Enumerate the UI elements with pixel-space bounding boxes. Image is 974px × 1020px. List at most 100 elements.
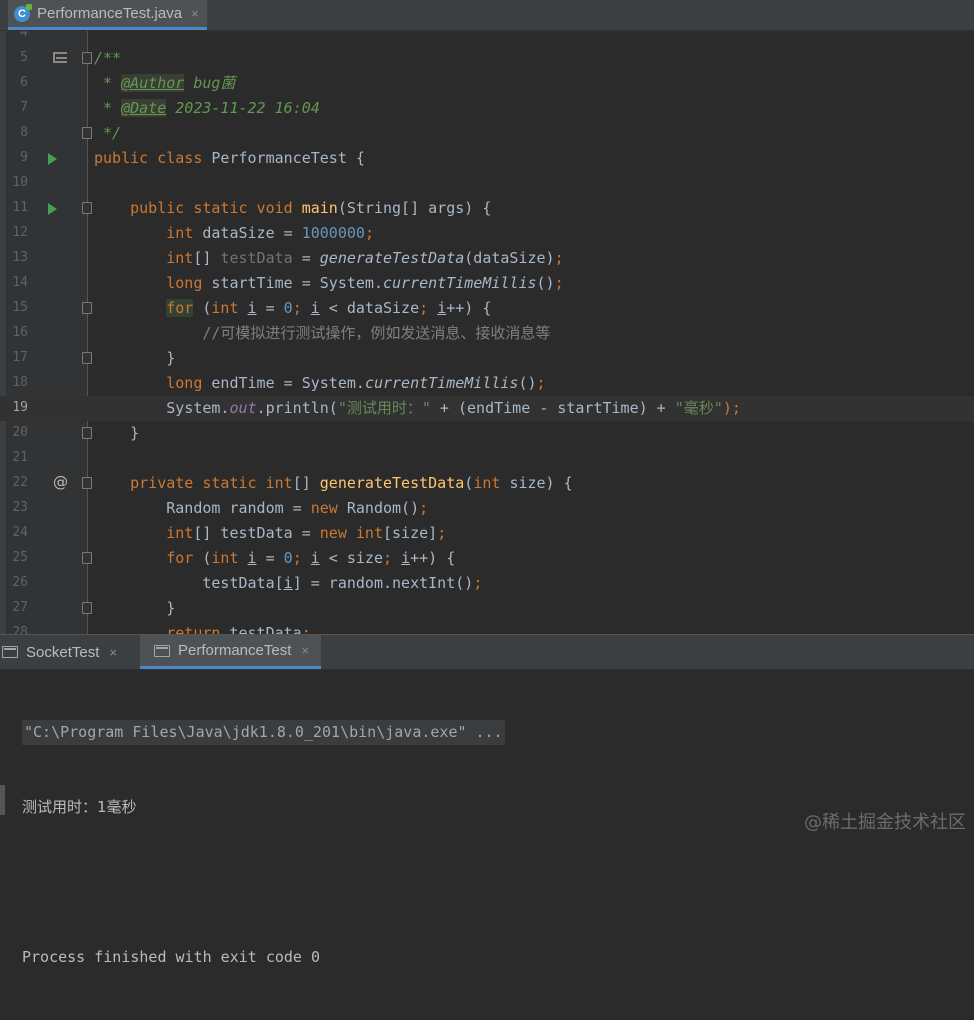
code-text: /**	[94, 48, 121, 69]
code-text: for (int i = 0; i < size; i++) {	[94, 548, 455, 569]
fold-marker-icon[interactable]	[82, 127, 92, 139]
line-number: 27	[12, 600, 28, 615]
close-icon[interactable]: ×	[301, 643, 309, 658]
code-line[interactable]: 15 for (int i = 0; i < dataSize; i++) {	[0, 296, 974, 321]
code-line[interactable]: 6 * @Author bug菌	[0, 71, 974, 96]
console-output[interactable]: "C:\Program Files\Java\jdk1.8.0_201\bin\…	[22, 670, 505, 1020]
run-gutter-icon[interactable]	[48, 203, 57, 215]
code-token: public class	[94, 149, 212, 167]
fold-marker-icon[interactable]	[82, 477, 92, 489]
fold-marker-icon[interactable]	[82, 552, 92, 564]
code-line[interactable]: 4	[0, 31, 974, 46]
code-token: < size	[319, 549, 383, 567]
code-token: size) {	[509, 474, 573, 492]
line-number: 8	[20, 125, 28, 140]
code-line[interactable]: 7 * @Date 2023-11-22 16:04	[0, 96, 974, 121]
fold-marker-icon[interactable]	[82, 427, 92, 439]
line-number: 23	[12, 500, 28, 515]
code-text: return testData;	[94, 623, 311, 634]
code-token: ++) {	[410, 549, 456, 567]
code-editor[interactable]: 4 5/** 6 * @Author bug菌 7 * @Date 2023-11-2…	[0, 31, 974, 634]
code-line[interactable]: 23 Random random = new Random();	[0, 496, 974, 521]
line-number: 11	[12, 200, 28, 215]
code-token: .println(	[256, 399, 338, 417]
code-text: System.out.println("测试用时：" + (endTime - …	[94, 398, 741, 419]
code-token: @Date	[121, 99, 167, 117]
code-line[interactable]: 20 }	[0, 421, 974, 446]
fold-marker-icon[interactable]	[82, 352, 92, 364]
code-line[interactable]: 24 int[] testData = new int[size];	[0, 521, 974, 546]
code-token: 2023-11-22 16:04	[166, 99, 320, 117]
console-command[interactable]: "C:\Program Files\Java\jdk1.8.0_201\bin\…	[22, 720, 505, 745]
close-icon[interactable]: ×	[109, 645, 117, 660]
fold-marker-icon[interactable]	[82, 602, 92, 614]
code-line[interactable]: 19 System.out.println("测试用时：" + (endTime…	[0, 396, 974, 421]
code-line[interactable]: 10	[0, 171, 974, 196]
code-line[interactable]: 22 @ private static int[] generateTestDat…	[0, 471, 974, 496]
code-token: }	[94, 424, 140, 442]
line-number: 10	[12, 175, 28, 190]
code-text: int dataSize = 1000000;	[94, 223, 374, 244]
code-token: long	[94, 274, 212, 292]
fold-marker-icon[interactable]	[82, 302, 92, 314]
code-token: 0	[283, 299, 293, 317]
code-token: + (endTime - startTime) +	[430, 399, 675, 417]
code-token: startTime = System.	[211, 274, 383, 292]
code-line[interactable]: 11 public static void main(String[] args…	[0, 196, 974, 221]
code-token: generateTestData	[319, 474, 465, 492]
code-token: (String[] args) {	[337, 199, 492, 217]
code-token: ;	[419, 499, 429, 517]
code-token: (	[464, 474, 474, 492]
code-line[interactable]: 17 }	[0, 346, 974, 371]
run-tab-bar: SocketTest × PerformanceTest ×	[0, 635, 974, 670]
doc-comment-icon[interactable]	[53, 52, 67, 63]
code-token: "测试用时："	[337, 399, 431, 417]
code-line[interactable]: 28 return testData;	[0, 621, 974, 634]
code-token: out	[229, 399, 257, 417]
code-token: private static	[94, 474, 266, 492]
code-line[interactable]: 9 public class PerformanceTest {	[0, 146, 974, 171]
code-token: new	[310, 499, 347, 517]
override-at-icon[interactable]: @	[53, 473, 68, 491]
code-token: return	[94, 624, 230, 634]
code-line[interactable]: 26 testData[i] = random.nextInt();	[0, 571, 974, 596]
code-line[interactable]: 18 long endTime = System.currentTimeMill…	[0, 371, 974, 396]
line-number: 14	[12, 275, 28, 290]
fold-marker-icon[interactable]	[82, 52, 92, 64]
line-number: 21	[12, 450, 28, 465]
line-number: 16	[12, 325, 28, 340]
panel-side-handle[interactable]	[0, 785, 5, 815]
code-token: currentTimeMillis	[383, 274, 537, 292]
code-line[interactable]: 14 long startTime = System.currentTimeMi…	[0, 271, 974, 296]
code-line[interactable]: 21	[0, 446, 974, 471]
code-line[interactable]: 13 int[] testData = generateTestData(dat…	[0, 246, 974, 271]
code-token: generateTestData	[319, 249, 465, 267]
line-number: 13	[12, 250, 28, 265]
code-token: ;	[301, 624, 311, 634]
close-icon[interactable]: ×	[191, 6, 199, 21]
code-line[interactable]: 8 */	[0, 121, 974, 146]
code-token: ] = random.nextInt()	[292, 574, 474, 592]
code-token: }	[94, 349, 176, 367]
code-token: /**	[94, 49, 122, 67]
fold-marker-icon[interactable]	[82, 202, 92, 214]
code-line[interactable]: 25 for (int i = 0; i < size; i++) {	[0, 546, 974, 571]
code-token: < dataSize	[319, 299, 420, 317]
code-token: testData[	[94, 574, 284, 592]
java-class-icon: C	[14, 3, 32, 22]
code-token: @Author	[121, 74, 185, 92]
code-line[interactable]: 16 //可模拟进行测试操作，例如发送消息、接收消息等	[0, 321, 974, 346]
run-tab-performancetest[interactable]: PerformanceTest ×	[140, 635, 321, 669]
code-line[interactable]: 12 int dataSize = 1000000;	[0, 221, 974, 246]
run-tab-sockettest[interactable]: SocketTest ×	[0, 635, 129, 669]
code-text: }	[94, 598, 175, 619]
line-number: 6	[20, 75, 28, 90]
code-token: */	[94, 124, 122, 142]
code-line[interactable]: 5 /**	[0, 46, 974, 71]
run-gutter-icon[interactable]	[48, 153, 57, 165]
code-line[interactable]: 27 }	[0, 596, 974, 621]
editor-tab-performancetest[interactable]: C PerformanceTest.java ×	[8, 0, 207, 30]
code-token: [] testData =	[193, 524, 320, 542]
editor-tab-bar: C PerformanceTest.java ×	[0, 0, 974, 31]
run-tab-label: PerformanceTest	[178, 642, 292, 659]
